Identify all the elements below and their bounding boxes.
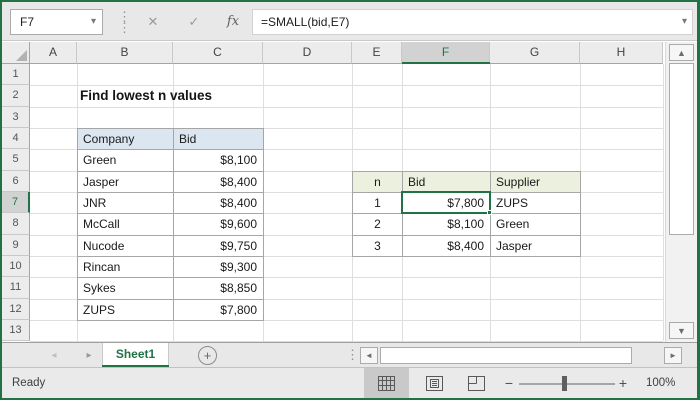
window-frame-top (0, 0, 700, 2)
selected-column-underline (402, 61, 490, 64)
gridline-horizontal (30, 106, 663, 108)
column-header-e[interactable]: E (352, 42, 402, 64)
status-bar: Ready − + 100% (2, 367, 697, 399)
bids-table-cell[interactable]: $8,400 (174, 192, 264, 215)
tab-sheet1[interactable]: Sheet1 (102, 343, 169, 365)
scroll-left-icon[interactable]: ◄ (360, 347, 378, 364)
formula-input[interactable]: =SMALL(bid,E7) ▾ (252, 9, 693, 35)
results-table-cell[interactable]: Jasper (491, 235, 581, 257)
row-header-6[interactable]: 6 (2, 170, 30, 192)
worksheet-title: Find lowest n values (80, 88, 213, 104)
formula-text: =SMALL(bid,E7) (261, 15, 350, 29)
zoom-out-button[interactable]: − (502, 368, 516, 399)
results-table-cell[interactable]: Green (491, 214, 581, 236)
bids-table-cell[interactable]: $8,100 (174, 150, 264, 172)
bids-table-cell[interactable]: $9,600 (174, 214, 264, 236)
results-table-cell[interactable]: 1 (353, 192, 403, 215)
bids-table-cell[interactable]: ZUPS (78, 299, 174, 321)
bids-table-cell[interactable]: JNR (78, 192, 174, 215)
row-header-4[interactable]: 4 (2, 127, 30, 150)
results-table-cell[interactable]: 2 (353, 214, 403, 236)
sheet-tab-bar: ◂ ▸ Sheet1 + ⋮ ◄ ► (2, 342, 697, 368)
normal-view-icon (378, 376, 395, 391)
column-header-c[interactable]: C (173, 42, 263, 64)
row-header-2[interactable]: 2 (2, 85, 30, 107)
add-sheet-button[interactable]: + (198, 346, 217, 365)
page-layout-icon (425, 376, 443, 391)
view-page-break-button[interactable] (456, 368, 496, 399)
row-header-8[interactable]: 8 (2, 213, 30, 235)
bids-table-cell[interactable]: $9,300 (174, 256, 264, 279)
results-table-header-n[interactable]: n (353, 171, 403, 193)
formula-bar-divider: ⋮ ⋮ (118, 9, 131, 35)
bids-table-header-bid[interactable]: Bid (174, 128, 264, 151)
row-header-9[interactable]: 9 (2, 234, 30, 256)
column-header-g[interactable]: G (490, 42, 580, 64)
scroll-down-icon[interactable]: ▼ (669, 322, 694, 339)
scroll-up-icon[interactable]: ▲ (669, 44, 694, 61)
column-header-d[interactable]: D (263, 42, 352, 64)
column-header-a[interactable]: A (30, 42, 77, 64)
enter-button[interactable]: ✓ (183, 9, 205, 35)
row-header-10[interactable]: 10 (2, 255, 30, 278)
select-all-icon (16, 50, 27, 61)
results-table-cell[interactable]: ZUPS (491, 192, 581, 215)
zoom-level[interactable]: 100% (646, 368, 675, 399)
insert-function-button[interactable]: fx (222, 9, 244, 35)
formula-bar-expand-icon[interactable]: ▾ (682, 10, 687, 34)
tab-prev-icon[interactable]: ◂ (47, 348, 61, 364)
horizontal-scroll-thumb[interactable] (380, 347, 632, 364)
bids-table-cell[interactable]: McCall (78, 214, 174, 236)
results-table-header-supplier[interactable]: Supplier (491, 171, 581, 193)
bids-table-cell[interactable]: Rincan (78, 256, 174, 279)
window-frame-left (0, 0, 2, 400)
row-header-3[interactable]: 3 (2, 106, 30, 128)
formula-bar: F7 ▾ ⋮ ⋮ ✕ ✓ fx =SMALL(bid,E7) ▾ (2, 2, 697, 41)
results-table-header-bid[interactable]: Bid (403, 171, 491, 193)
vertical-scrollbar[interactable]: ▲ ▼ (665, 42, 697, 342)
name-box-value: F7 (20, 15, 35, 29)
gridline-vertical (663, 64, 664, 342)
view-normal-button[interactable] (364, 368, 409, 399)
status-mode: Ready (12, 377, 46, 389)
column-header-h[interactable]: H (580, 42, 663, 64)
scroll-right-icon[interactable]: ► (664, 347, 682, 364)
bids-table-cell[interactable]: Green (78, 150, 174, 172)
bids-table-cell[interactable]: $8,850 (174, 278, 264, 300)
row-header-5[interactable]: 5 (2, 149, 30, 171)
results-table-cell[interactable]: 3 (353, 235, 403, 257)
row-header-7[interactable]: 7 (2, 191, 30, 214)
page-break-preview-icon (467, 376, 485, 391)
bids-table-cell[interactable]: Nucode (78, 235, 174, 257)
zoom-in-button[interactable]: + (616, 368, 630, 399)
bids-table-cell[interactable]: Sykes (78, 278, 174, 300)
bids-table-cell[interactable]: $9,750 (174, 235, 264, 257)
tab-next-icon[interactable]: ▸ (82, 348, 96, 364)
bids-table-cell[interactable]: $8,400 (174, 171, 264, 193)
selected-cell-outline[interactable] (401, 190, 491, 215)
results-table-cell[interactable]: $8,400 (403, 235, 491, 257)
row-header-12[interactable]: 12 (2, 298, 30, 320)
column-header-b[interactable]: B (77, 42, 173, 64)
row-header-13[interactable]: 13 (2, 319, 30, 342)
bids-table-cell[interactable]: $7,800 (174, 299, 264, 321)
bids-table-cell[interactable]: Jasper (78, 171, 174, 193)
excel-window: F7 ▾ ⋮ ⋮ ✕ ✓ fx =SMALL(bid,E7) ▾ ABCDEFGH… (0, 0, 700, 400)
zoom-slider-track[interactable] (519, 383, 615, 385)
select-all-corner[interactable] (2, 42, 30, 64)
cancel-button[interactable]: ✕ (142, 9, 164, 35)
zoom-slider-handle[interactable] (562, 376, 567, 391)
bids-table: Company Bid Green $8,100 Jasper $8,400 JNR $8,4… (77, 127, 264, 321)
row-header-1[interactable]: 1 (2, 64, 30, 86)
bids-table-header-company[interactable]: Company (78, 128, 174, 151)
fill-handle[interactable] (487, 210, 492, 216)
row-header-11[interactable]: 11 (2, 277, 30, 299)
view-page-layout-button[interactable] (414, 368, 454, 399)
vertical-scroll-thumb[interactable] (669, 63, 694, 235)
name-box-dropdown-icon[interactable]: ▾ (91, 10, 96, 34)
name-box[interactable]: F7 ▾ (10, 9, 103, 35)
results-table-cell[interactable]: $8,100 (403, 214, 491, 236)
